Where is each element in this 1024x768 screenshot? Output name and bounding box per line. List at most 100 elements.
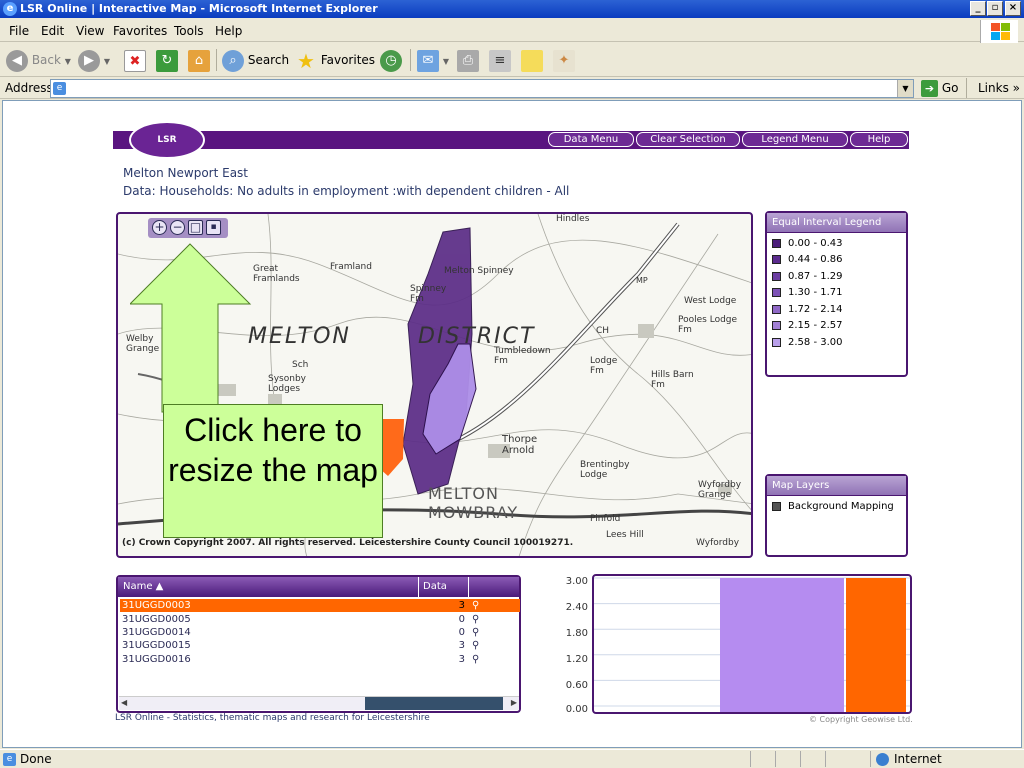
mail-button[interactable]: ✉ ▼ (417, 47, 449, 73)
legend-item: 1.30 - 1.71 (772, 286, 843, 300)
address-bar: Address e ▼ ➔ Go Links » (0, 78, 1024, 99)
legend-swatch-6 (772, 337, 781, 347)
globe-icon (876, 753, 889, 766)
clear-selection-button[interactable]: Clear Selection (636, 132, 740, 147)
map-label: Tumbledown Fm (494, 346, 551, 366)
legend-menu-button[interactable]: Legend Menu (742, 132, 848, 147)
table-header: Name ▲ Data (118, 577, 519, 597)
map-label: Framland (330, 262, 372, 272)
magnify-icon[interactable]: ⚲ (472, 653, 479, 666)
history-button[interactable]: ◷ (380, 47, 402, 73)
layer-toggle-icon[interactable] (772, 501, 781, 511)
minimize-button[interactable]: _ (970, 1, 986, 16)
print-button[interactable]: ⎙ (457, 47, 479, 73)
column-header-data[interactable]: Data (423, 577, 447, 597)
zoom-extent-icon[interactable]: □ (188, 220, 203, 235)
page-status-icon: e (3, 753, 16, 766)
table-horizontal-scrollbar[interactable]: ◀ ▶ (119, 696, 519, 710)
zoom-in-icon[interactable]: + (152, 220, 167, 235)
scroll-thumb[interactable] (365, 697, 503, 710)
map-label: Pinfold (590, 514, 621, 524)
zoom-out-icon[interactable]: − (170, 220, 185, 235)
search-button[interactable]: ⌕ Search (222, 47, 289, 73)
map-layers-title: Map Layers (767, 476, 906, 496)
table-row[interactable]: 31UGGD0016 3 ⚲ (120, 653, 520, 666)
legend-swatch-4 (772, 304, 781, 314)
maximize-button[interactable]: ▫ (987, 1, 1003, 16)
map-label: Lodge Fm (590, 356, 618, 376)
map-label: Sch (292, 360, 309, 370)
map-label: West Lodge (684, 296, 737, 306)
refresh-button[interactable]: ↻ (156, 47, 178, 73)
menu-edit[interactable]: Edit (41, 24, 64, 38)
column-header-name[interactable]: Name ▲ (123, 577, 163, 597)
layer-background-mapping[interactable]: Background Mapping (772, 500, 894, 514)
windows-logo-icon (980, 20, 1018, 44)
geowise-copyright: © Copyright Geowise Ltd. (809, 715, 913, 724)
home-button[interactable]: ⌂ (188, 47, 210, 73)
data-menu-button[interactable]: Data Menu (548, 132, 634, 147)
back-button[interactable]: ◀ Back ▼ (6, 47, 71, 73)
magnify-icon[interactable]: ⚲ (472, 613, 479, 626)
resize-map-icon[interactable]: ▪ (206, 220, 221, 235)
table-row[interactable]: 31UGGD0015 3 ⚲ (120, 639, 520, 652)
legend-item: 0.44 - 0.86 (772, 253, 843, 267)
magnify-icon[interactable]: ⚲ (472, 626, 479, 639)
magnify-icon[interactable]: ⚲ (472, 639, 479, 652)
table-row[interactable]: 31UGGD0005 0 ⚲ (120, 613, 520, 626)
y-tick-label: 2.40 (565, 602, 588, 613)
scroll-left-icon[interactable]: ◀ (121, 698, 127, 707)
discuss-button[interactable] (521, 47, 543, 73)
menu-help[interactable]: Help (215, 24, 242, 38)
close-button[interactable]: × (1005, 1, 1021, 16)
stop-icon: ✖ (124, 49, 146, 72)
y-tick-label: 0.00 (565, 704, 588, 715)
map-label: MP (636, 276, 648, 285)
address-input[interactable]: e ▼ (50, 79, 914, 98)
data-table: Name ▲ Data 31UGGD0003 3 ⚲ 31UGGD0005 0 … (116, 575, 521, 713)
refresh-icon: ↻ (156, 49, 178, 72)
legend-title: Equal Interval Legend (767, 213, 906, 233)
y-tick-label: 0.60 (565, 680, 588, 691)
table-row[interactable]: 31UGGD0014 0 ⚲ (120, 626, 520, 639)
stop-button[interactable]: ✖ (124, 47, 146, 73)
map-layers-panel: Map Layers Background Mapping (765, 474, 908, 557)
map-label: Brentingby Lodge (580, 460, 630, 480)
forward-button[interactable]: ▶ ▼ (78, 47, 110, 73)
chevron-down-icon: ▼ (442, 57, 449, 66)
y-tick-label: 1.80 (565, 628, 588, 639)
chart-bar-0[interactable] (720, 578, 844, 712)
menu-tools[interactable]: Tools (174, 24, 204, 38)
star-icon: ★ (297, 48, 315, 73)
magnify-icon[interactable]: ⚲ (472, 599, 479, 612)
legend-panel: Equal Interval Legend 0.00 - 0.43 0.44 -… (765, 211, 908, 377)
interactive-map[interactable]: MELTON DISTRICT MELTON MOWBRAY Great Fra… (116, 212, 753, 558)
menu-file[interactable]: File (9, 24, 29, 38)
address-dropdown-icon[interactable]: ▼ (897, 80, 913, 97)
home-icon: ⌂ (188, 49, 210, 72)
print-icon: ⎙ (457, 49, 479, 72)
map-region-orange (380, 419, 404, 476)
favorites-button[interactable]: ★ Favorites (295, 47, 375, 73)
map-label: CH (596, 326, 610, 336)
legend-swatch-3 (772, 287, 781, 297)
page-icon: e (53, 82, 66, 95)
links-button[interactable]: Links » (978, 81, 1020, 95)
chart-bar-1[interactable] (846, 578, 906, 712)
legend-swatch-2 (772, 271, 781, 281)
menu-view[interactable]: View (76, 24, 104, 38)
go-arrow-icon: ➔ (921, 80, 938, 97)
menu-favorites[interactable]: Favorites (113, 24, 167, 38)
go-button[interactable]: ➔ Go (921, 79, 958, 98)
window-titlebar: e LSR Online | Interactive Map - Microso… (0, 0, 1024, 18)
history-icon: ◷ (380, 49, 402, 72)
map-label-mowbray: MOWBRAY (428, 503, 519, 522)
edit-button[interactable]: ≡ (489, 47, 511, 73)
help-button[interactable]: Help (850, 132, 908, 147)
research-button[interactable]: ✦ (553, 47, 575, 73)
lsr-logo[interactable]: LSR (129, 121, 205, 159)
scroll-right-icon[interactable]: ▶ (511, 698, 517, 707)
legend-item: 1.72 - 2.14 (772, 303, 843, 317)
back-arrow-icon: ◀ (6, 49, 28, 72)
table-row[interactable]: 31UGGD0003 3 ⚲ (120, 599, 520, 612)
